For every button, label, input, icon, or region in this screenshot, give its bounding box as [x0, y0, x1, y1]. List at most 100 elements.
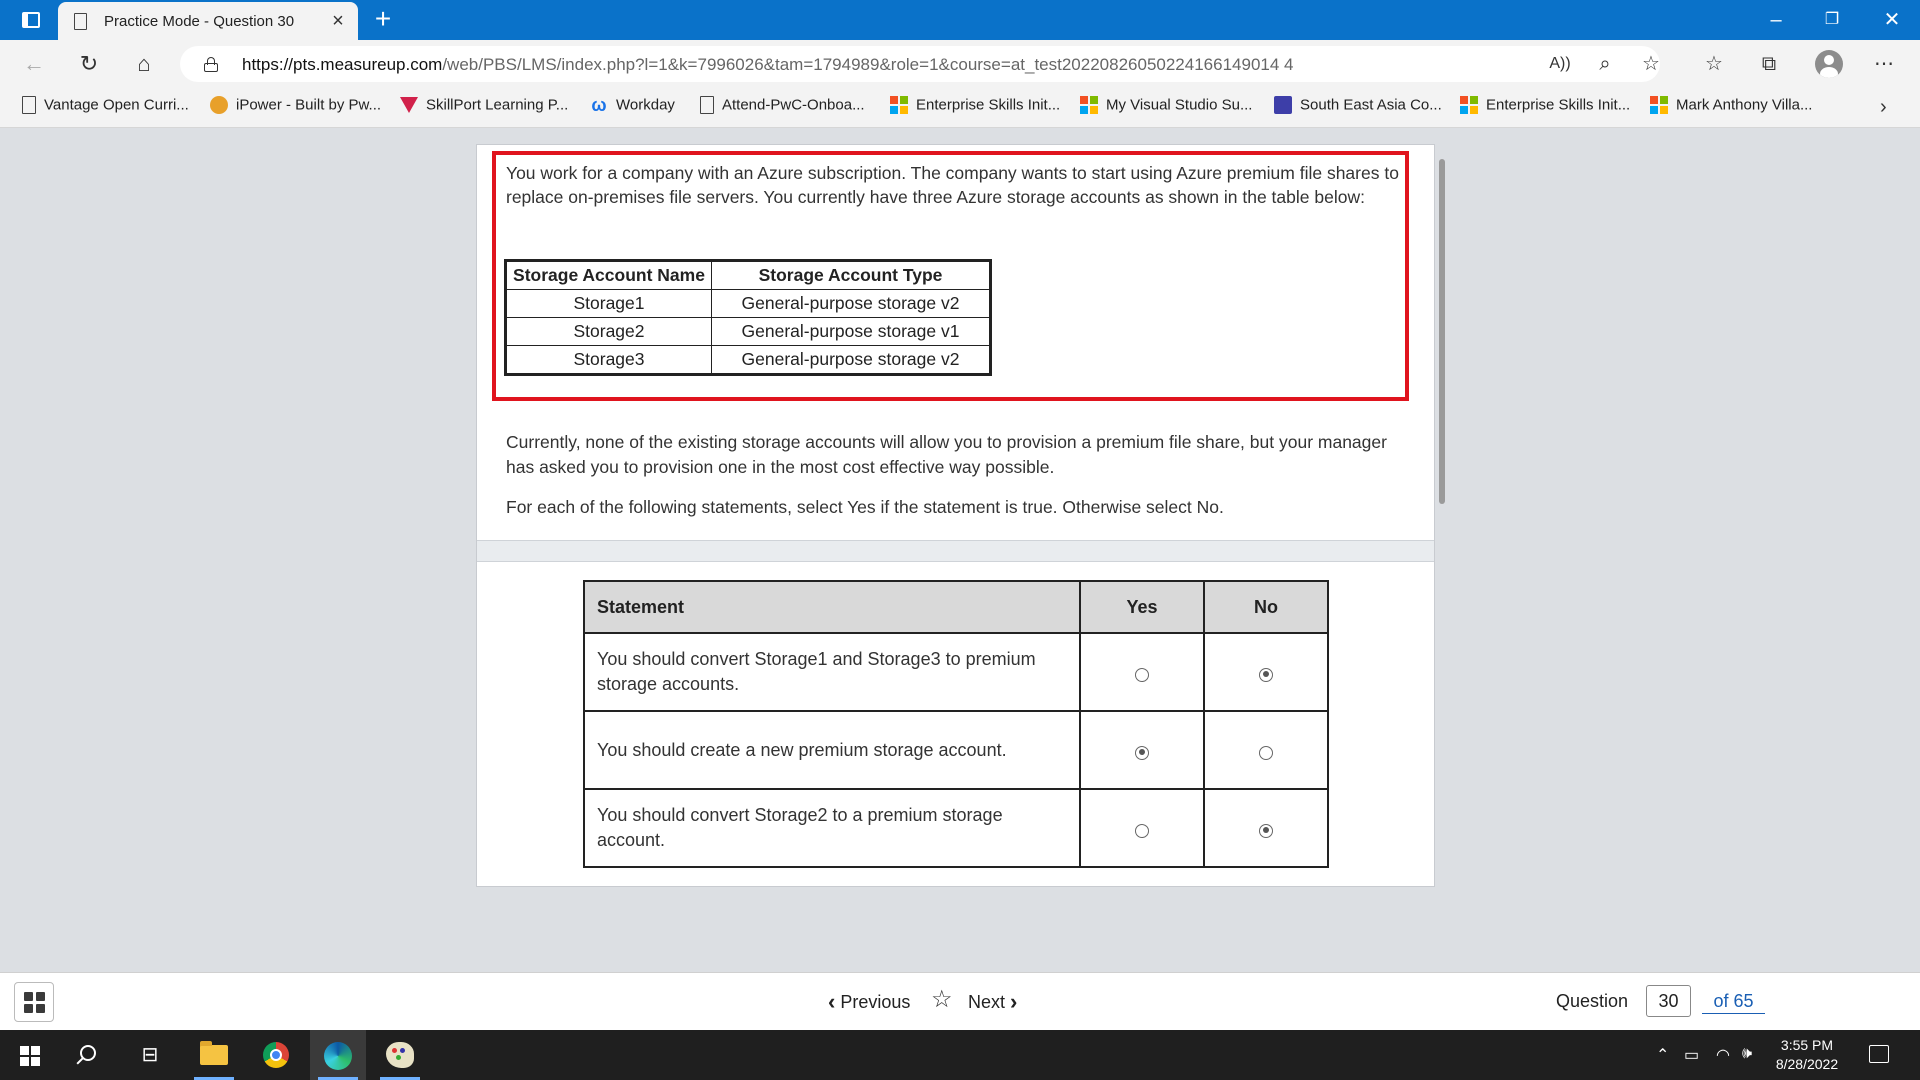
close-tab-icon[interactable]: ×: [326, 9, 350, 33]
statement-header: Statement: [583, 580, 1081, 634]
refresh-icon[interactable]: ↻: [73, 48, 105, 80]
url-field[interactable]: https://pts.measureup.com/web/PBS/LMS/in…: [180, 46, 1660, 82]
table-row: Storage2 General-purpose storage v1: [506, 317, 990, 346]
chrome-icon[interactable]: [263, 1042, 289, 1068]
chevron-right-icon[interactable]: ›: [1880, 96, 1887, 119]
profile-avatar[interactable]: [1815, 50, 1843, 78]
favorites-icon[interactable]: ☆: [1700, 50, 1728, 78]
add-favorite-icon[interactable]: ☆: [1637, 50, 1665, 78]
tab-title: Practice Mode - Question 30: [104, 13, 295, 30]
table-row: Storage3 General-purpose storage v2: [506, 345, 990, 374]
page-icon: [700, 96, 714, 115]
question-number-input[interactable]: 30: [1646, 985, 1691, 1017]
page-icon: [74, 13, 87, 30]
home-icon[interactable]: ⌂: [128, 48, 160, 80]
yes-header: Yes: [1079, 580, 1205, 634]
calendar-icon: [1274, 96, 1292, 115]
chevron-right-icon: ›: [1010, 989, 1018, 1014]
workday-icon: ω: [591, 95, 607, 116]
browser-tab[interactable]: Practice Mode - Question 30 ×: [58, 2, 358, 40]
read-aloud-icon[interactable]: A)): [1546, 50, 1574, 78]
no-radio[interactable]: [1259, 667, 1273, 682]
question-intro: You work for a company with an Azure sub…: [506, 163, 1399, 207]
system-clock[interactable]: 3:55 PM 8/28/2022: [1764, 1036, 1850, 1074]
bookmark-item[interactable]: iPower - Built by Pw...: [210, 96, 381, 120]
no-radio[interactable]: [1259, 823, 1273, 838]
microsoft-icon: [890, 96, 908, 115]
bookmark-item[interactable]: Mark Anthony Villa...: [1650, 96, 1812, 120]
answer-row: You should convert Storage1 and Storage3…: [583, 632, 1329, 712]
bookmark-item[interactable]: South East Asia Co...: [1274, 96, 1442, 120]
volume-icon[interactable]: 🕪: [1742, 1045, 1752, 1063]
yes-radio[interactable]: [1135, 823, 1149, 838]
scrollbar-thumb[interactable]: [1439, 159, 1445, 504]
notification-icon[interactable]: [1869, 1045, 1889, 1063]
microsoft-icon: [1460, 96, 1478, 115]
answer-row: You should convert Storage2 to a premium…: [583, 788, 1329, 868]
table-cell: General-purpose storage v1: [711, 317, 990, 346]
section-divider: [477, 540, 1434, 562]
search-icon[interactable]: [80, 1045, 96, 1061]
bookmark-item[interactable]: My Visual Studio Su...: [1080, 96, 1252, 120]
previous-button[interactable]: ‹ Previous: [828, 989, 910, 1015]
yes-radio[interactable]: [1135, 667, 1149, 682]
edge-icon[interactable]: [324, 1042, 352, 1070]
microsoft-icon: [1080, 96, 1098, 115]
microsoft-icon: [1650, 96, 1668, 115]
close-window-icon[interactable]: ✕: [1864, 0, 1920, 40]
question-context: Currently, none of the existing storage …: [506, 432, 1387, 477]
question-grid-button[interactable]: [14, 982, 54, 1022]
column-header: Storage Account Type: [711, 261, 990, 290]
chevron-up-icon[interactable]: ⌃: [1656, 1045, 1669, 1065]
bookmark-item[interactable]: Enterprise Skills Init...: [1460, 96, 1630, 120]
bookmark-item[interactable]: ω Workday: [590, 96, 675, 120]
statement-text: You should create a new premium storage …: [583, 710, 1081, 790]
bookmark-item[interactable]: Attend-PwC-Onboa...: [700, 96, 865, 120]
answer-header-row: Statement Yes No: [583, 580, 1329, 634]
new-tab-icon[interactable]: +: [368, 4, 398, 34]
taskbar: ⊟ ⌃ ▭ ◠ 🕪 3:55 PM 8/28/2022: [0, 1030, 1920, 1080]
statement-text: You should convert Storage1 and Storage3…: [583, 632, 1081, 712]
file-explorer-icon[interactable]: [200, 1041, 228, 1065]
next-button[interactable]: Next ›: [968, 989, 1017, 1015]
back-icon[interactable]: ←: [18, 48, 50, 80]
paint-icon[interactable]: [386, 1042, 414, 1068]
tab-actions-icon[interactable]: [22, 12, 40, 28]
more-options-icon[interactable]: ⋯: [1870, 50, 1898, 78]
url-text[interactable]: https://pts.measureup.com/web/PBS/LMS/in…: [242, 55, 1293, 75]
task-view-icon[interactable]: ⊟: [135, 1040, 165, 1070]
clock-date: 8/28/2022: [1775, 1056, 1839, 1072]
no-radio[interactable]: [1259, 745, 1273, 760]
column-header: Storage Account Name: [506, 261, 712, 290]
restore-icon[interactable]: ❐: [1804, 0, 1860, 40]
table-cell: Storage3: [506, 345, 712, 374]
table-cell: General-purpose storage v2: [711, 345, 990, 374]
question-total-link[interactable]: of 65: [1702, 991, 1765, 1014]
address-bar: ← ↻ ⌂ https://pts.measureup.com/web/PBS/…: [0, 40, 1920, 88]
minimize-icon[interactable]: –: [1748, 0, 1804, 40]
skillport-icon: [400, 97, 418, 114]
zoom-icon[interactable]: ⌕: [1591, 50, 1619, 78]
wifi-icon[interactable]: ◠: [1716, 1045, 1730, 1065]
bookmark-item[interactable]: Vantage Open Curri...: [22, 96, 189, 120]
bookmark-item[interactable]: SkillPort Learning P...: [400, 96, 568, 120]
question-instructions: For each of the following statements, se…: [506, 497, 1224, 517]
yes-radio[interactable]: [1135, 745, 1149, 760]
collections-icon[interactable]: ⧉: [1755, 50, 1783, 78]
chevron-left-icon: ‹: [828, 989, 836, 1014]
question-label: Question: [1556, 991, 1629, 1011]
windows-start-icon[interactable]: [20, 1046, 40, 1066]
table-header-row: Storage Account Name Storage Account Typ…: [506, 261, 990, 290]
table-cell: Storage1: [506, 289, 712, 318]
bookmarks-bar: Vantage Open Curri... iPower - Built by …: [0, 88, 1920, 128]
bookmark-item[interactable]: Enterprise Skills Init...: [890, 96, 1060, 120]
statement-text: You should convert Storage2 to a premium…: [583, 788, 1081, 868]
answer-table: Statement Yes No You should convert Stor…: [583, 580, 1329, 868]
star-icon[interactable]: ☆: [931, 985, 953, 1014]
table-cell: Storage2: [506, 317, 712, 346]
content-area: You work for a company with an Azure sub…: [0, 129, 1920, 972]
table-row: Storage1 General-purpose storage v2: [506, 289, 990, 318]
clock-time: 3:55 PM: [1780, 1037, 1834, 1053]
lock-icon[interactable]: [204, 57, 218, 72]
battery-icon[interactable]: ▭: [1684, 1045, 1699, 1065]
